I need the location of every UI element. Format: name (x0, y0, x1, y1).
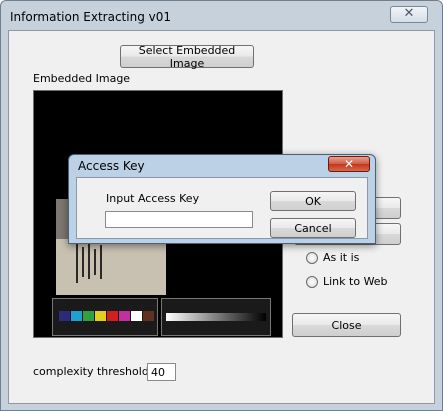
radio-as-it-is[interactable] (306, 252, 318, 264)
access-key-label: Input Access Key (106, 192, 200, 205)
radio-link-to-web[interactable] (306, 276, 318, 288)
complexity-threshold-label: complexity threshold (33, 365, 149, 378)
dialog-title: Access Key (78, 159, 145, 173)
close-button[interactable]: Close (292, 313, 401, 337)
complexity-threshold-input[interactable] (147, 363, 176, 381)
access-key-input[interactable] (105, 211, 253, 228)
radio-link-to-web-label: Link to Web (323, 275, 388, 288)
select-embedded-image-button[interactable]: Select Embedded Image (120, 44, 254, 70)
ok-button[interactable]: OK (270, 191, 356, 211)
dialog-close-button[interactable]: ✕ (328, 156, 370, 172)
gray-scale-strip (161, 298, 271, 336)
color-control-patches (52, 298, 158, 336)
radio-as-it-is-label: As it is (323, 251, 360, 264)
access-key-dialog: Access Key ✕ Input Access Key OK Cancel (68, 154, 376, 244)
main-window-title: Information Extracting v01 (10, 10, 171, 24)
main-close-button[interactable]: ✕ (390, 6, 428, 23)
dialog-client-area: Input Access Key OK Cancel (76, 177, 368, 239)
cancel-button[interactable]: Cancel (270, 218, 356, 238)
embedded-image-label: Embedded Image (33, 72, 131, 85)
